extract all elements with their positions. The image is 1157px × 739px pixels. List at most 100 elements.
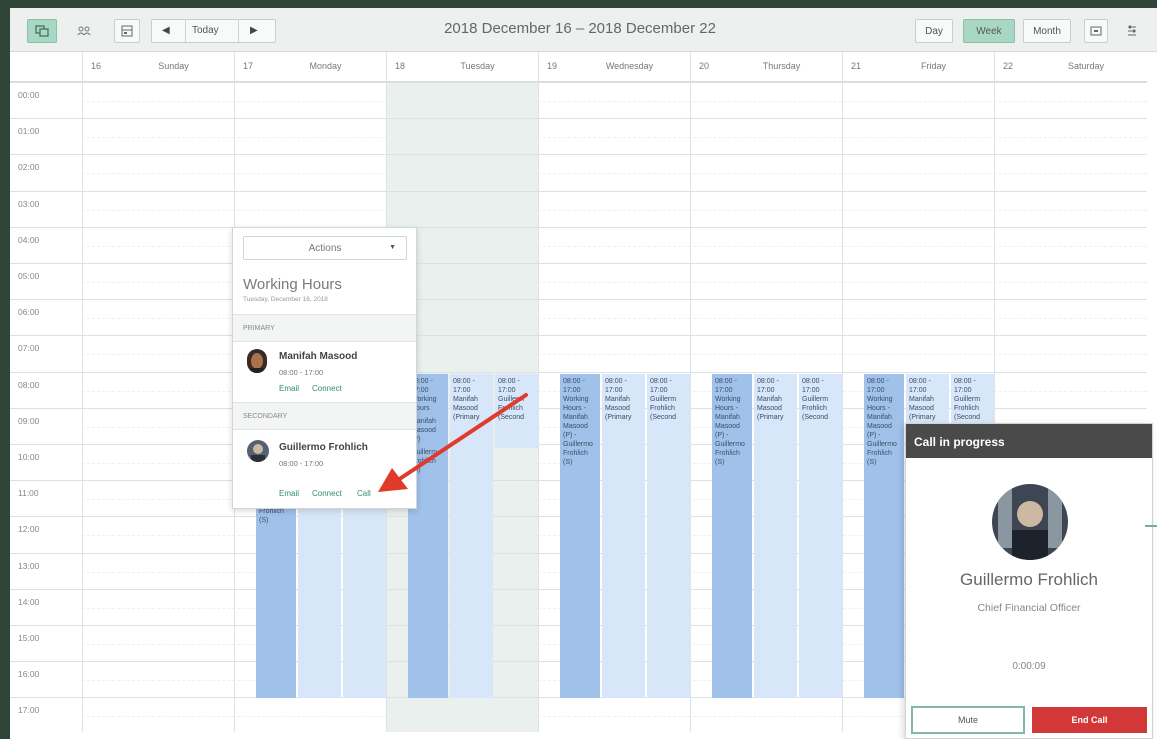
popover-title: Working Hours [243, 276, 342, 293]
hour-row[interactable]: 06:00 [10, 299, 1147, 335]
primary-connect-link[interactable]: Connect [312, 384, 342, 393]
caller-role: Chief Financial Officer [977, 602, 1081, 614]
avatar [247, 440, 269, 462]
column-divider [82, 82, 83, 732]
hour-label: 17:00 [18, 705, 40, 716]
primary-contact-time: 08:00 - 17:00 [279, 368, 324, 377]
secondary-section-label: SECONDARY [233, 402, 416, 430]
end-call-button[interactable]: End Call [1032, 707, 1147, 733]
day-number: 21 [851, 61, 862, 71]
hour-row[interactable]: 02:00 [10, 154, 1147, 190]
today-button[interactable]: Today [192, 25, 219, 36]
event-text: 08:00 - 17:00 Working Hours - Manifah Ma… [715, 378, 745, 466]
calendar-app-window: ◀ Today ▶ 2018 December 16 – 2018 Decemb… [0, 0, 1157, 739]
date-range-title: 2018 December 16 – 2018 December 22 [444, 20, 716, 37]
hour-label: 01:00 [18, 126, 40, 137]
hour-label: 16:00 [18, 669, 40, 680]
people-view-button[interactable] [70, 19, 98, 43]
day-number: 17 [243, 61, 254, 71]
hour-row[interactable]: 04:00 [10, 226, 1147, 263]
event-text: 08:00 - 17:00 Guillerm Frohlich (Second [802, 378, 829, 421]
week-view-button[interactable]: Week [963, 19, 1015, 43]
prev-arrow-icon[interactable]: ◀ [162, 25, 170, 36]
mute-button[interactable]: Mute [911, 706, 1025, 734]
schedule-view-button[interactable] [114, 19, 140, 43]
date-nav-group: ◀ Today ▶ [151, 19, 276, 43]
day-name: Saturday [1067, 61, 1105, 71]
next-arrow-icon[interactable]: ▶ [250, 25, 258, 36]
event-working-hours[interactable]: 08:00 - 17:00 Working Hours - Manifah Ma… [560, 374, 600, 698]
hour-row[interactable]: 01:00 [10, 118, 1147, 154]
hour-label: 11:00 [18, 488, 39, 499]
working-hours-popover: Actions ▼ Working Hours Tuesday, December… [232, 227, 417, 509]
secondary-call-link[interactable]: Call [357, 489, 371, 498]
hour-row[interactable]: 00:00 [10, 82, 1147, 118]
avatar [247, 349, 267, 373]
event-guillermo-frohlich[interactable]: 08:00 - 17:00 Guillerm Frohlich (Second [647, 374, 690, 698]
nav-divider [185, 20, 186, 42]
print-icon [1090, 26, 1102, 36]
avatar [992, 484, 1068, 560]
calendar-view-button[interactable] [27, 19, 57, 43]
event-text: Frohlich (S) [259, 508, 284, 524]
event-working-hours[interactable]: 08:00 - 17:00 Working Hours - Manifah Ma… [864, 374, 904, 698]
call-in-progress-panel: Call in progress Guillermo Frohlich Chie… [905, 423, 1153, 739]
window-edge-top [0, 0, 1157, 8]
day-header-tuesday[interactable]: 18 Tuesday [386, 52, 538, 82]
day-header-monday[interactable]: 17 Monday [234, 52, 386, 82]
event-text: 08:00 - 17:00 Manifah Masood (Primary [453, 378, 480, 421]
event-text: 08:00 - 17:00 Manifah Masood (Primary [909, 378, 936, 421]
primary-section-label: PRIMARY [233, 314, 416, 342]
day-header-sunday[interactable]: 16 Sunday [82, 52, 234, 82]
day-number: 19 [547, 61, 558, 71]
week-day-header: 16 Sunday 17 Monday 18 Tuesday 19 Wednesday … [10, 52, 1147, 82]
primary-email-link[interactable]: Email [279, 384, 299, 393]
chevron-down-icon: ▼ [389, 244, 396, 251]
schedule-icon [121, 25, 133, 37]
hour-label: 09:00 [18, 415, 40, 426]
event-text: 08:00 - 17:00 Guillerm Frohlich (Second [498, 378, 525, 421]
event-manifah-masood[interactable]: 08:00 - 17:00 Manifah Masood (Primary [754, 374, 797, 698]
half-hour-line [82, 209, 1147, 211]
day-name: Friday [920, 61, 946, 71]
hour-label: 02:00 [18, 162, 40, 173]
half-hour-line [82, 173, 1147, 175]
primary-contact-name: Manifah Masood [279, 351, 358, 362]
event-guillermo-frohlich[interactable]: 08:00 - 17:00 Guillerm Frohlich (Second [799, 374, 842, 698]
day-header-wednesday[interactable]: 19 Wednesday [538, 52, 690, 82]
day-view-button[interactable]: Day [915, 19, 953, 43]
hour-label: 06:00 [18, 307, 40, 318]
half-hour-line [82, 137, 1147, 139]
hour-label: 12:00 [18, 524, 40, 535]
column-divider [690, 82, 691, 732]
actions-dropdown[interactable]: Actions ▼ [243, 236, 407, 260]
event-working-hours[interactable]: 08:00 - 17:00 Working Hours - Manifah Ma… [712, 374, 752, 698]
day-name: Thursday [762, 61, 801, 71]
hour-row[interactable]: 07:00 [10, 335, 1147, 371]
print-button[interactable] [1084, 19, 1108, 43]
month-view-button[interactable]: Month [1023, 19, 1071, 43]
actions-label: Actions [308, 242, 342, 254]
hour-label: 08:00 [18, 379, 40, 390]
half-hour-line [82, 101, 1147, 102]
day-header-saturday[interactable]: 22 Saturday [994, 52, 1147, 82]
hour-label: 10:00 [18, 452, 40, 462]
day-name: Sunday [158, 61, 189, 71]
event-text: 08:00 - 17:00 Manifah Masood (Primary [605, 378, 632, 421]
event-manifah-masood[interactable]: 08:00 - 17:00 Manifah Masood (Primary [602, 374, 645, 698]
day-header-thursday[interactable]: 20 Thursday [690, 52, 842, 82]
secondary-connect-link[interactable]: Connect [312, 489, 342, 498]
event-guillermo-frohlich[interactable]: 08:00 - 17:00 Guillerm Frohlich (Second [495, 374, 538, 448]
hour-label: 05:00 [18, 271, 40, 281]
secondary-email-link[interactable]: Email [279, 489, 299, 498]
call-panel-header: Call in progress [906, 424, 1152, 458]
call-timer: 0:00:09 [1012, 661, 1046, 672]
event-manifah-masood[interactable]: 08:00 - 17:00 Manifah Masood (Primary [450, 374, 493, 698]
day-header-friday[interactable]: 21 Friday [842, 52, 994, 82]
event-text: 08:00 - 17:00 Guillerm Frohlich (Second [954, 378, 981, 421]
hour-row[interactable]: 03:00 [10, 190, 1147, 227]
secondary-contact-name: Guillermo Frohlich [279, 442, 368, 453]
settings-button[interactable] [1120, 19, 1144, 43]
hour-label: 04:00 [18, 234, 40, 245]
hour-row[interactable]: 05:00 [10, 263, 1147, 299]
